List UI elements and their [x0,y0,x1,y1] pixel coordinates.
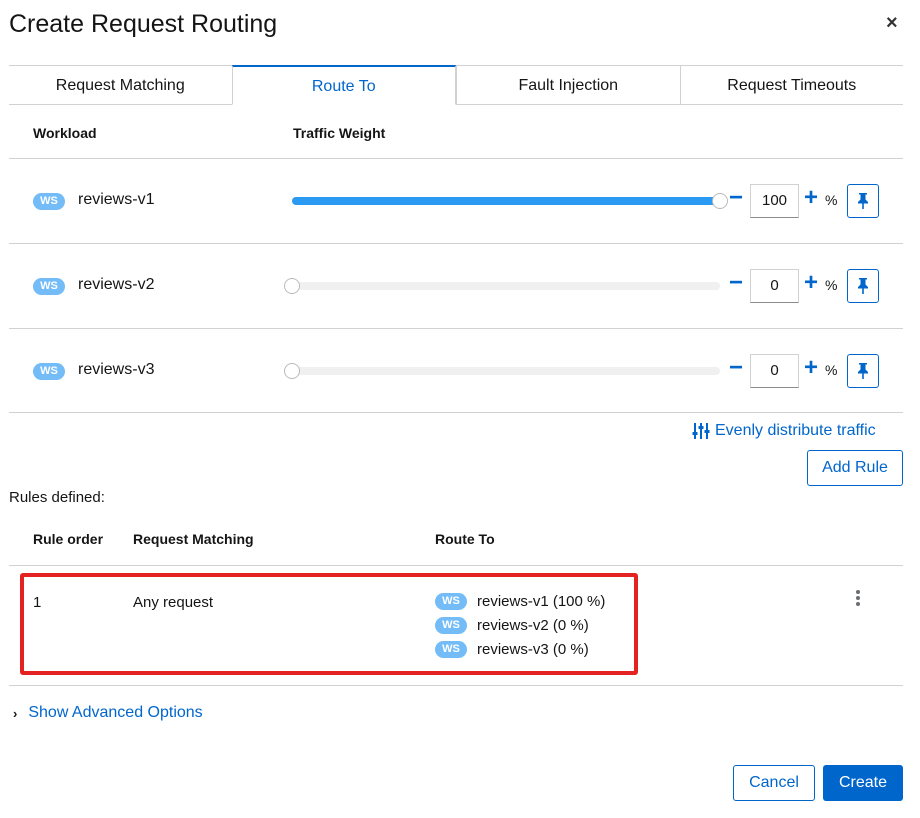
evenly-distribute-link[interactable]: Evenly distribute traffic [692,422,876,440]
tab-route-to[interactable]: Route To [231,65,456,105]
workload-badge: WS [435,617,467,634]
route-item: WS reviews-v3 (0 %) [435,641,589,658]
workload-row: WS reviews-v1 − 100 + % [9,158,903,243]
weight-input[interactable]: 100 [750,184,799,218]
pin-icon [858,193,868,209]
percent-label: % [825,362,838,378]
pin-button[interactable] [847,184,879,218]
pin-icon [858,363,868,379]
workload-row: WS reviews-v3 − 0 + % [9,328,903,413]
pin-button[interactable] [847,269,879,303]
increase-button[interactable]: + [804,184,818,212]
route-text: reviews-v2 (0 %) [477,617,589,634]
decrease-button[interactable]: − [729,186,743,210]
decrease-button[interactable]: − [729,356,743,380]
add-rule-button[interactable]: Add Rule [807,450,903,486]
show-advanced-options-toggle[interactable]: › Show Advanced Options [13,704,203,722]
increase-button[interactable]: + [804,269,818,297]
slider-thumb[interactable] [284,278,300,294]
rule-row: 1 Any request WS reviews-v1 (100 %) WS r… [9,566,903,686]
sliders-icon [692,423,710,439]
traffic-slider[interactable] [292,193,728,209]
tab-fault-injection[interactable]: Fault Injection [456,65,680,104]
dialog-title: Create Request Routing [9,10,278,38]
rules-defined-label: Rules defined: [9,489,105,506]
workload-name: reviews-v1 [78,191,155,208]
workload-badge: WS [435,641,467,658]
workload-name: reviews-v3 [78,361,155,378]
rule-order-column-header: Rule order [33,531,104,547]
evenly-distribute-label: Evenly distribute traffic [715,422,876,439]
rule-match: Any request [133,594,214,611]
traffic-slider[interactable] [284,363,720,379]
route-item: WS reviews-v2 (0 %) [435,617,589,634]
slider-thumb[interactable] [712,193,728,209]
workload-badge: WS [33,363,65,380]
route-text: reviews-v3 (0 %) [477,641,589,658]
rule-order: 1 [33,594,42,611]
chevron-right-icon: › [13,705,18,721]
tab-bar: Request Matching Route To Fault Injectio… [9,65,903,105]
pin-button[interactable] [847,354,879,388]
slider-fill [292,197,720,205]
traffic-slider[interactable] [284,278,720,294]
close-icon[interactable]: × [886,12,898,35]
kebab-icon[interactable] [854,590,862,606]
weight-input[interactable]: 0 [750,269,799,303]
workload-column-header: Workload [33,125,97,141]
show-advanced-options-label: Show Advanced Options [28,704,203,721]
percent-label: % [825,277,838,293]
route-item: WS reviews-v1 (100 %) [435,593,605,610]
traffic-weight-column-header: Traffic Weight [293,125,386,141]
cancel-button[interactable]: Cancel [733,765,815,801]
workload-row: WS reviews-v2 − 0 + % [9,243,903,328]
workload-badge: WS [33,278,65,295]
create-button[interactable]: Create [823,765,903,801]
route-to-column-header: Route To [435,531,495,547]
workload-badge: WS [435,593,467,610]
increase-button[interactable]: + [804,354,818,382]
slider-thumb[interactable] [284,363,300,379]
weight-input[interactable]: 0 [750,354,799,388]
tab-request-timeouts[interactable]: Request Timeouts [679,65,903,104]
workload-name: reviews-v2 [78,276,155,293]
route-text: reviews-v1 (100 %) [477,593,606,610]
percent-label: % [825,192,838,208]
pin-icon [858,278,868,294]
request-matching-column-header: Request Matching [133,531,254,547]
decrease-button[interactable]: − [729,271,743,295]
workload-badge: WS [33,193,65,210]
tab-request-matching[interactable]: Request Matching [9,65,232,104]
